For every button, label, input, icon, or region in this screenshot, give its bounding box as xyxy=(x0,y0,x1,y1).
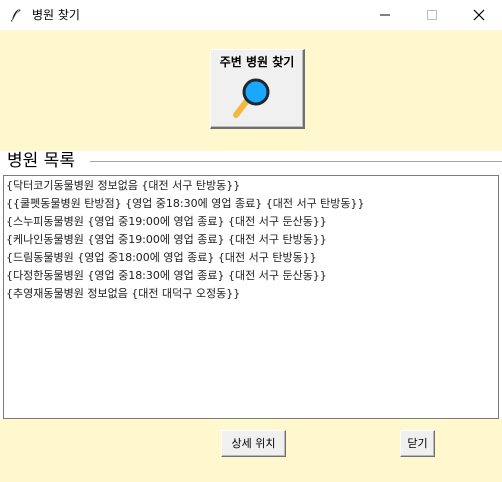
hospital-list-section: 병원 목록 {닥터코기동물병원 정보없음 {대전 서구 탄방동}} {{쿨펫동물… xyxy=(0,151,502,419)
list-item[interactable]: {스누피동물병원 {영업 중19:00에 영업 종료} {대전 서구 둔산동}} xyxy=(6,213,494,231)
close-icon xyxy=(473,9,485,21)
hospital-finder-window: 병원 찾기 주변 병원 찾기 병원 목록 {닥터코기동물병원 정보없음 {대전 … xyxy=(0,0,502,482)
minimize-icon xyxy=(380,14,390,16)
nearby-hospital-search-button[interactable]: 주변 병원 찾기 xyxy=(210,49,305,129)
list-item[interactable]: {다정한동물병원 {영업 중18:30에 영업 종료} {대전 서구 둔산동}} xyxy=(6,267,494,285)
list-item[interactable]: {닥터코기동물병원 정보없음 {대전 서구 탄방동}} xyxy=(6,177,494,195)
feather-icon xyxy=(10,8,21,22)
maximize-button[interactable] xyxy=(409,0,455,30)
close-window-button[interactable] xyxy=(456,0,502,30)
window-title: 병원 찾기 xyxy=(32,8,80,22)
section-divider xyxy=(90,161,502,162)
maximize-icon xyxy=(427,10,437,20)
hospital-list-title: 병원 목록 xyxy=(7,151,77,171)
minimize-button[interactable] xyxy=(362,0,408,30)
list-item[interactable]: {드림동물병원 {영업 중18:00에 영업 종료} {대전 서구 탄방동}} xyxy=(6,249,494,267)
title-bar: 병원 찾기 xyxy=(0,0,502,30)
detail-location-button[interactable]: 상세 위치 xyxy=(221,430,286,457)
close-button[interactable]: 닫기 xyxy=(400,430,435,457)
list-item[interactable]: {케나인동물병원 {영업 중19:00에 영업 종료} {대전 서구 탄방동}} xyxy=(6,231,494,249)
list-item[interactable]: {추영재동물병원 정보없음 {대전 대덕구 오정동}} xyxy=(6,285,494,303)
hospital-listbox[interactable]: {닥터코기동물병원 정보없음 {대전 서구 탄방동}} {{쿨펫동물병원 탄방점… xyxy=(3,175,499,419)
list-item[interactable]: {{쿨펫동물병원 탄방점} {영업 중18:30에 영업 종료} {대전 서구 … xyxy=(6,195,494,213)
magnifier-icon xyxy=(233,78,270,118)
nearby-hospital-search-label: 주변 병원 찾기 xyxy=(219,55,295,69)
